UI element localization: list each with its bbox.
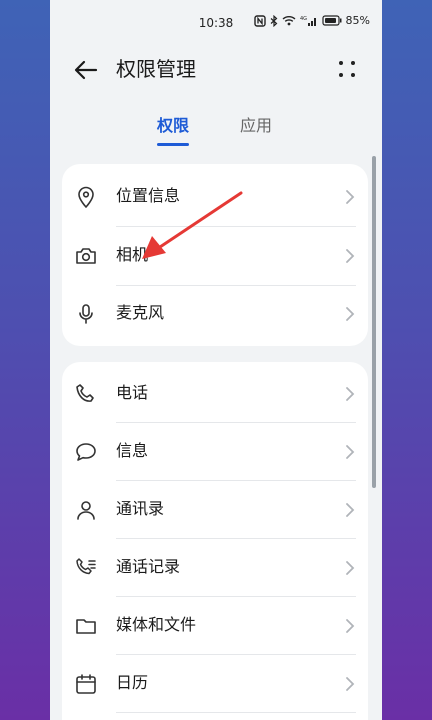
page-title: 权限管理 [116, 57, 196, 81]
permission-label: 通话记录 [116, 557, 181, 576]
wifi-icon [282, 16, 296, 26]
tab-bar: 权限 应用 [50, 114, 382, 148]
title-bar: 权限管理 [50, 46, 382, 92]
chevron-right-icon [346, 387, 355, 401]
chevron-right-icon [346, 307, 355, 321]
back-button[interactable] [72, 56, 100, 84]
status-bar: 10:38 4G 85% [50, 0, 382, 46]
more-dots-icon [339, 61, 355, 77]
battery-percent: 85% [345, 14, 370, 27]
permission-row-media-files[interactable]: 媒体和文件 [62, 597, 368, 655]
phone-icon [76, 384, 94, 402]
permission-label: 媒体和文件 [116, 615, 197, 634]
permission-label: 相机 [116, 245, 149, 264]
chevron-right-icon [346, 503, 355, 517]
permission-row-phone[interactable]: 电话 [62, 365, 368, 423]
back-arrow-icon [74, 60, 98, 80]
permission-label: 电话 [116, 383, 149, 402]
chevron-right-icon [346, 561, 355, 575]
calendar-icon [76, 674, 96, 694]
folder-icon [76, 619, 96, 634]
tab-active-indicator [157, 143, 189, 146]
permission-row-calendar[interactable]: 日历 [62, 655, 368, 713]
chevron-right-icon [346, 445, 355, 459]
scrollbar[interactable] [372, 156, 376, 488]
permission-group-1: 位置信息 相机 麦克风 [62, 164, 368, 346]
contacts-icon [77, 501, 95, 520]
permission-label: 日历 [116, 673, 149, 692]
signal-icon: 4G [300, 16, 316, 26]
permission-row-camera[interactable]: 相机 [62, 227, 368, 285]
phone-screen: 10:38 4G 85% 权限管理 权限 应用 位置信息 相机 麦克风 电话 信… [50, 0, 382, 720]
permission-row-microphone[interactable]: 麦克风 [62, 285, 368, 343]
chevron-right-icon [346, 190, 355, 204]
permission-label: 位置信息 [116, 186, 181, 205]
bluetooth-icon [270, 14, 277, 27]
tab-permissions[interactable]: 权限 [143, 114, 203, 138]
permission-row-location[interactable]: 位置信息 [62, 168, 368, 226]
tab-apps[interactable]: 应用 [226, 114, 286, 138]
permission-row-contacts[interactable]: 通讯录 [62, 481, 368, 539]
permission-label: 麦克风 [116, 303, 165, 322]
call-log-icon [76, 558, 96, 575]
more-options-button[interactable] [336, 58, 358, 80]
status-icons: 4G 85% [253, 14, 370, 27]
divider [116, 712, 356, 713]
permission-row-messages[interactable]: 信息 [62, 423, 368, 481]
permission-label: 信息 [116, 441, 149, 460]
chevron-right-icon [346, 619, 355, 633]
permission-group-2: 电话 信息 通讯录 通话记录 媒体和文件 日历 [62, 362, 368, 720]
permission-row-call-log[interactable]: 通话记录 [62, 539, 368, 597]
chevron-right-icon [346, 677, 355, 691]
signal-label: 4G [300, 16, 307, 22]
permission-label: 通讯录 [116, 499, 165, 518]
microphone-icon [79, 304, 93, 324]
camera-icon [76, 248, 96, 264]
location-pin-icon [78, 186, 94, 209]
chevron-right-icon [346, 249, 355, 263]
message-bubble-icon [76, 443, 96, 461]
nfc-icon [253, 14, 266, 27]
battery-icon [321, 15, 342, 26]
